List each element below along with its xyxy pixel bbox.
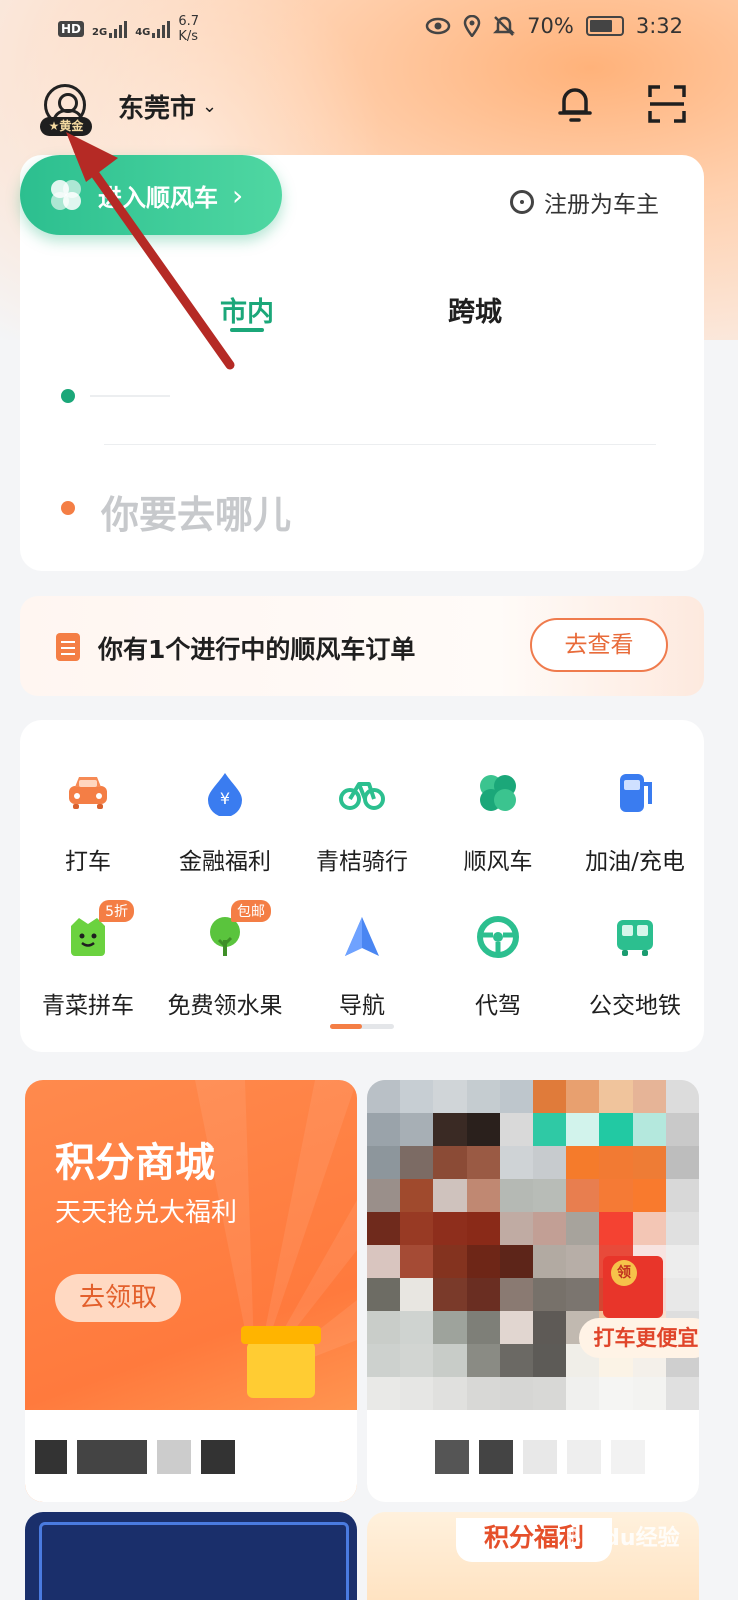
svg-text:¥: ¥	[220, 789, 230, 808]
cheaper-ride-card[interactable]: 领 打车更便宜	[367, 1080, 699, 1502]
hd-indicator: HD	[58, 21, 85, 37]
service-fuel-charge[interactable]: 加油/充电	[565, 770, 705, 876]
service-finance[interactable]: ¥ 金融福利	[155, 770, 295, 876]
discount-badge: 5折	[99, 900, 134, 922]
eye-icon	[425, 17, 451, 35]
points-mall-card[interactable]: 积分商城 天天抢兑大福利 去领取	[25, 1080, 357, 1502]
watermark: Baidu经验	[565, 1526, 680, 1551]
network-speed-value: 6.7	[178, 14, 200, 29]
service-label: 金融福利	[179, 849, 271, 875]
signal-2g-label: 2G	[92, 27, 108, 38]
services-page-indicator	[330, 1024, 394, 1029]
claim-button[interactable]: 去领取	[55, 1274, 181, 1322]
service-label: 公交地铁	[589, 993, 681, 1019]
service-transit[interactable]: 公交地铁	[565, 914, 705, 1020]
notification-bell-icon[interactable]	[556, 84, 594, 124]
register-driver-label: 注册为车主	[544, 192, 659, 218]
service-carpool[interactable]: 5折 青菜拼车	[18, 900, 158, 1020]
service-taxi[interactable]: 打车	[18, 770, 158, 876]
gift-box-icon	[241, 1326, 321, 1398]
view-order-button[interactable]: 去查看	[530, 618, 668, 672]
chevron-right-icon: ›	[232, 178, 244, 212]
service-label: 打车	[65, 849, 111, 875]
clock: 3:32	[635, 14, 683, 38]
car-icon	[69, 777, 107, 809]
scan-icon[interactable]	[648, 85, 686, 123]
points-mall-title: 积分商城	[55, 1140, 215, 1186]
promo-card-comic[interactable]	[25, 1512, 357, 1600]
location-icon	[463, 15, 481, 37]
enter-shunfengche-button[interactable]: 进入顺风车 ›	[20, 155, 282, 235]
mute-bell-icon	[493, 16, 516, 36]
pixelated-caption	[35, 1440, 235, 1474]
pixelated-caption	[435, 1440, 645, 1474]
chevron-down-icon: ⌄	[202, 96, 218, 117]
active-tab-indicator	[230, 328, 264, 332]
ongoing-order-text: 你有1个进行中的顺风车订单	[98, 635, 416, 664]
bike-icon	[339, 782, 385, 810]
bus-icon	[617, 920, 653, 956]
envelope-label: 领	[611, 1260, 637, 1286]
order-document-icon	[56, 633, 80, 661]
tab-inter-city[interactable]: 跨城	[448, 290, 502, 329]
status-bar: HD 2G 4G 6.7 K/s 70% 3:32	[0, 0, 738, 58]
service-label: 免费领水果	[167, 993, 283, 1019]
signal-4g-icon: 4G	[135, 20, 171, 38]
red-envelope-icon: 领	[603, 1256, 663, 1318]
register-driver-link[interactable]: 注册为车主	[510, 185, 659, 219]
shunfengche-logo-icon	[51, 180, 81, 210]
status-left: HD 2G 4G 6.7 K/s	[58, 14, 199, 44]
origin-dot	[61, 389, 75, 403]
signal-bars-icon	[152, 20, 171, 38]
member-level-label: 黄金	[59, 119, 84, 133]
yuan-drop-icon: ¥	[208, 773, 242, 817]
service-label: 青菜拼车	[42, 993, 134, 1019]
leaf-icon	[480, 775, 516, 811]
signal-bars-icon	[109, 20, 128, 38]
origin-field[interactable]	[90, 395, 170, 397]
field-divider	[104, 444, 656, 445]
network-speed: 6.7 K/s	[178, 14, 199, 44]
service-label: 代驾	[475, 993, 521, 1019]
fuel-pump-icon	[620, 774, 652, 812]
tab-intra-city[interactable]: 市内	[220, 290, 274, 329]
cheaper-ride-tag: 打车更便宜	[579, 1318, 699, 1358]
navigation-icon	[345, 917, 379, 956]
network-speed-unit: K/s	[178, 29, 199, 44]
signal-2g-icon: 2G	[92, 20, 128, 38]
service-label: 导航	[339, 993, 385, 1019]
free-shipping-badge: 包邮	[231, 900, 271, 922]
service-bike[interactable]: 青桔骑行	[292, 770, 432, 876]
points-mall-subtitle: 天天抢兑大福利	[55, 1198, 238, 1228]
battery-icon	[585, 16, 624, 36]
steering-wheel-icon	[510, 190, 534, 214]
steering-wheel-icon	[477, 916, 519, 958]
status-right: 70% 3:32	[425, 14, 683, 38]
destination-dot	[61, 501, 75, 515]
service-designated-driver[interactable]: 代驾	[428, 914, 568, 1020]
city-selector[interactable]: 东莞市 ⌄	[118, 88, 217, 125]
destination-input[interactable]: 你要去哪儿	[101, 484, 291, 539]
service-label: 青桔骑行	[316, 849, 408, 875]
battery-percent: 70%	[527, 14, 574, 38]
service-shunfengche[interactable]: 顺风车	[428, 770, 568, 876]
signal-4g-label: 4G	[135, 27, 151, 38]
enter-shunfengche-label: 进入顺风车	[98, 183, 218, 212]
pixelated-photo	[367, 1080, 699, 1410]
member-level-badge: ★黄金	[40, 117, 92, 136]
page-indicator-active	[330, 1024, 362, 1029]
service-label: 加油/充电	[585, 849, 685, 875]
service-navigation[interactable]: 导航	[292, 914, 432, 1020]
service-label: 顺风车	[463, 849, 533, 875]
city-label: 东莞市	[118, 94, 197, 124]
service-free-fruit[interactable]: 包邮 免费领水果	[155, 900, 295, 1020]
